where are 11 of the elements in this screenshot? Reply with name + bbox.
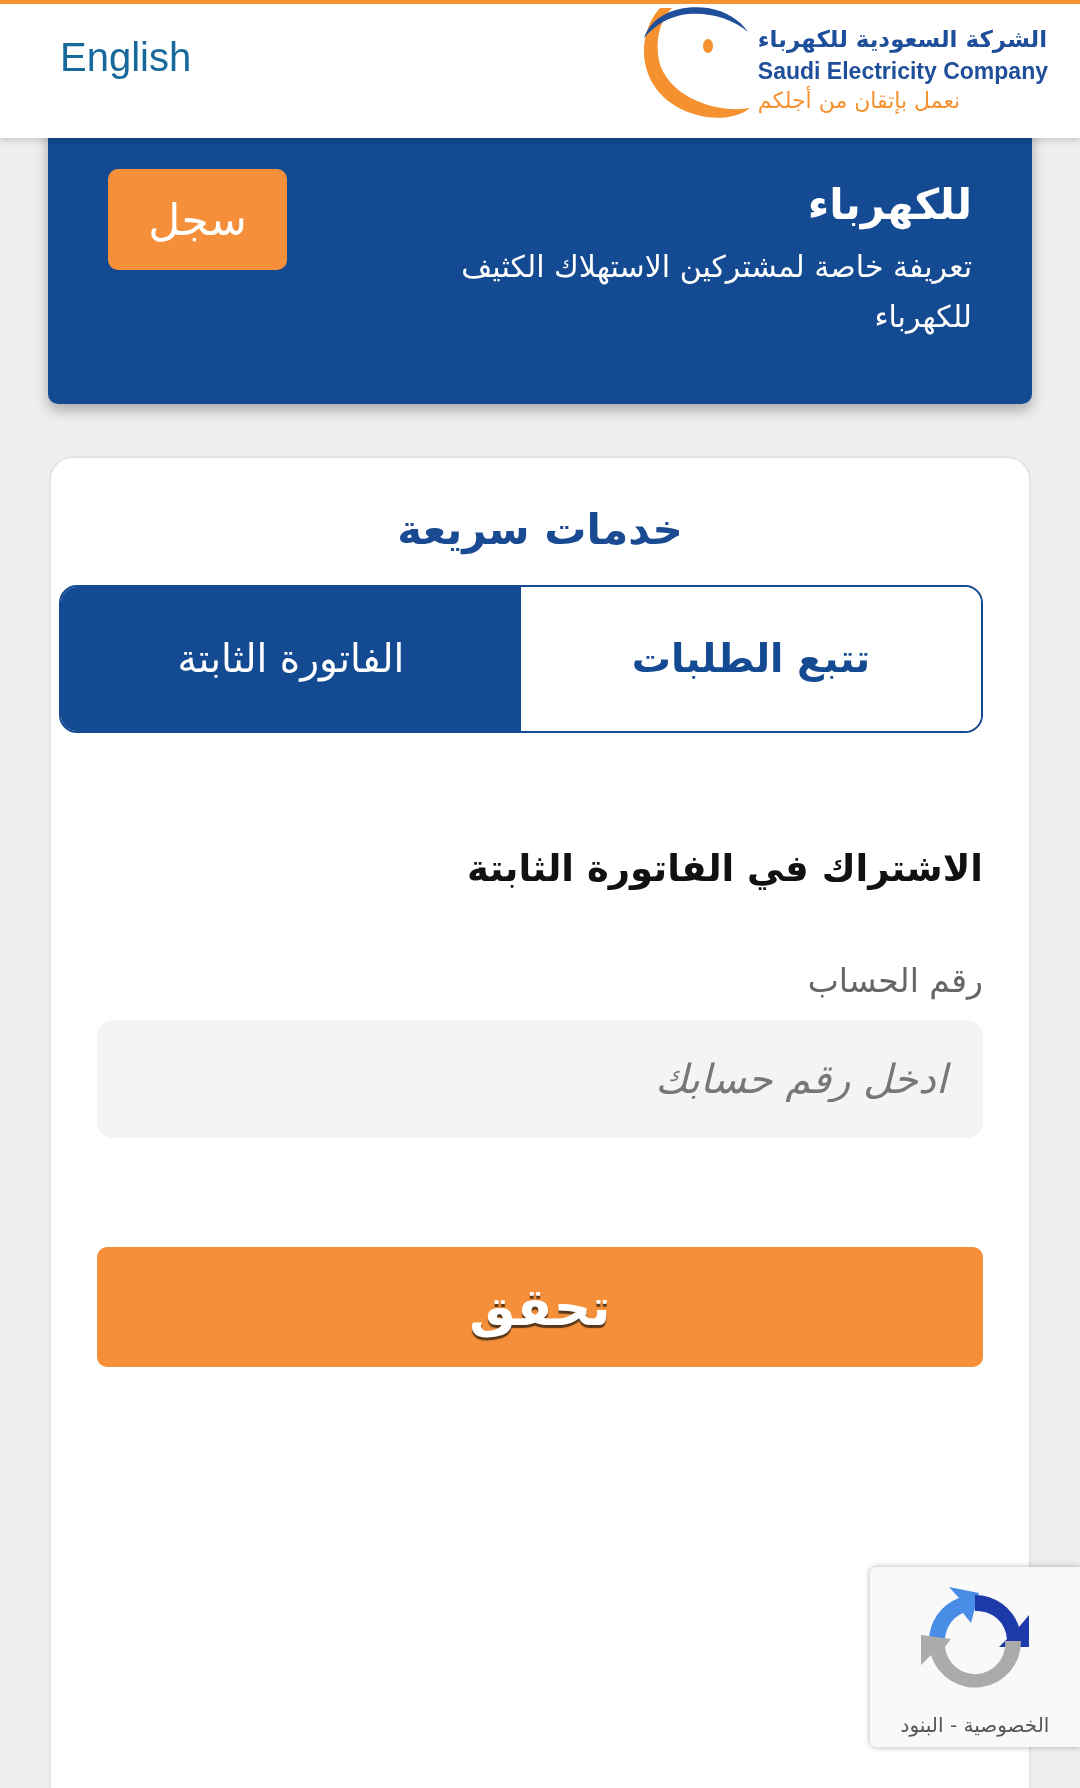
banner-subtitle: تعريفة خاصة لمشتركين الاستهلاك الكثيف للكهرباء (460, 248, 972, 337)
form-heading: الاشتراك في الفاتورة الثابتة (466, 846, 983, 892)
language-link[interactable]: English (60, 34, 192, 80)
company-name-english: Saudi Electricity Company (757, 57, 1048, 86)
quick-services-title: خدمات سريعة (396, 504, 684, 557)
banner-title: للكهرباء (807, 179, 972, 232)
account-number-label: رقم الحساب (806, 960, 983, 1002)
service-tab[interactable]: الفاتورة الثابتة (61, 587, 521, 731)
recaptcha-links[interactable]: الخصوصية - البنود (900, 1711, 1050, 1739)
company-name-arabic: الشركة السعودية للكهرباء (757, 25, 1048, 55)
company-slogan: نعمل بإتقان من أجلكم (757, 86, 961, 116)
